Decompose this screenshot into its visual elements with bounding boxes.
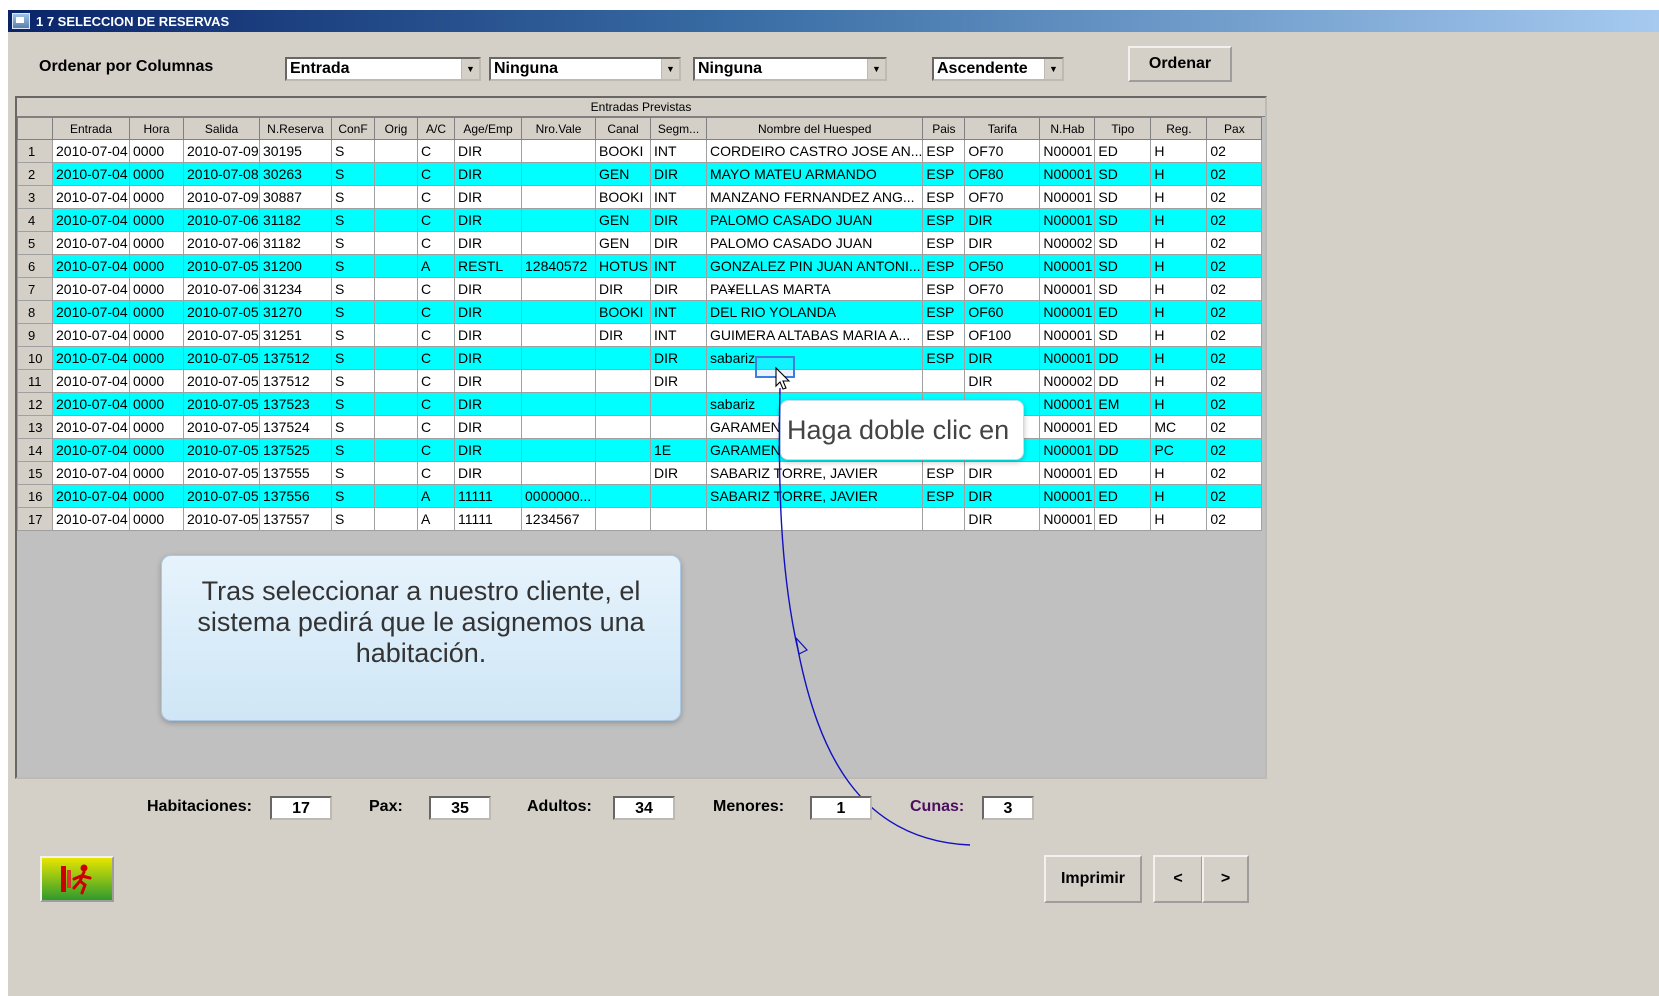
mouse-cursor-icon xyxy=(775,366,791,390)
cunas-label: Cunas: xyxy=(910,798,965,815)
exit-icon xyxy=(61,864,92,895)
pax-label: Pax: xyxy=(369,798,403,815)
cunas-field[interactable]: 3 xyxy=(982,796,1034,820)
annotation-arrow-curve xyxy=(778,387,971,846)
menores-field[interactable]: 1 xyxy=(810,796,872,820)
adultos-label: Adultos: xyxy=(527,798,592,815)
next-button[interactable]: > xyxy=(1202,855,1249,903)
prev-button[interactable]: < xyxy=(1153,855,1203,903)
print-button[interactable]: Imprimir xyxy=(1044,855,1142,903)
reservation-window: 1 7 SELECCION DE RESERVAS Ordenar por Co… xyxy=(8,10,1659,996)
habitaciones-label: Habitaciones: xyxy=(147,798,252,815)
annotation-overlay xyxy=(775,366,971,846)
habitaciones-field[interactable]: 17 xyxy=(270,796,332,820)
menores-label: Menores: xyxy=(713,798,785,815)
adultos-field[interactable]: 34 xyxy=(613,796,675,820)
exit-button[interactable] xyxy=(40,856,114,902)
pax-field[interactable]: 35 xyxy=(429,796,491,820)
